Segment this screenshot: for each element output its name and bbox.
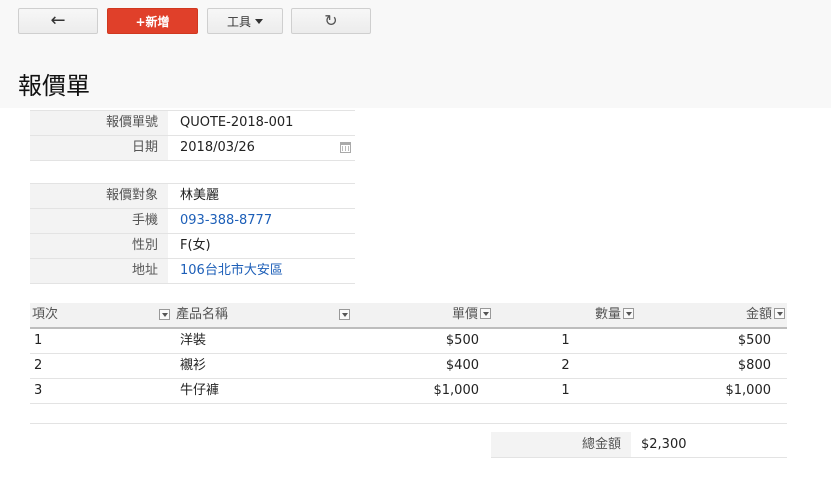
cell-price: $400 [445,358,479,373]
cell-qty: 1 [561,333,570,348]
table-row[interactable]: 3 牛仔褲 $1,000 1 $1,000 [30,379,787,404]
cell-product: 襯衫 [180,358,207,373]
cell-product: 洋裝 [180,333,207,348]
table-row[interactable]: 2 襯衫 $400 2 $800 [30,354,787,379]
address-link[interactable]: 106台北市大安區 [168,259,355,283]
cell-index: 3 [34,383,43,398]
col-header-price[interactable]: 單價 [354,303,493,327]
back-button[interactable]: ← [18,8,98,34]
refresh-button[interactable]: ↻ [291,8,371,34]
sort-dropdown-icon[interactable] [774,308,785,319]
total-row: 總金額 $2,300 [491,432,787,458]
date-row: 日期 2018/03/26 [30,136,355,161]
col-header-amount[interactable]: 金額 [638,303,787,327]
gender-label: 性別 [30,234,168,258]
phone-label: 手機 [30,209,168,233]
quote-number-label: 報價單號 [30,111,168,135]
target-row: 報價對象 林美麗 [30,183,355,209]
cell-amount: $800 [737,358,771,373]
refresh-icon: ↻ [324,11,338,30]
sort-dropdown-icon[interactable] [480,308,491,319]
date-value: 2018/03/26 [180,140,255,155]
sort-dropdown-icon[interactable] [339,309,350,320]
col-header-index[interactable]: 項次 [30,303,174,327]
quote-number-value[interactable]: QUOTE-2018-001 [168,111,355,135]
quote-info-table: 報價單號 QUOTE-2018-001 日期 2018/03/26 [30,110,355,161]
tools-button-label: 工具 [226,14,251,29]
gender-row: 性別 F(女) [30,234,355,259]
page-title: 報價單 [18,72,90,100]
address-row: 地址 106台北市大安區 [30,259,355,284]
address-label: 地址 [30,259,168,283]
cell-qty: 2 [561,358,570,373]
cell-qty: 1 [561,383,570,398]
tools-dropdown-button[interactable]: 工具 [207,8,283,34]
calendar-icon[interactable] [340,142,351,153]
add-button-label: +新增 [135,14,170,29]
cell-index: 1 [34,333,43,348]
cell-index: 2 [34,358,43,373]
sort-dropdown-icon[interactable] [623,308,634,319]
phone-row: 手機 093-388-8777 [30,209,355,234]
total-value: $2,300 [641,437,687,452]
items-grid: 項次 產品名稱 單價 數量 金額 1 洋裝 $500 1 $500 2 襯衫 $… [30,303,787,404]
customer-info-table: 報價對象 林美麗 手機 093-388-8777 性別 F(女) 地址 106台… [30,183,355,284]
caret-down-icon [255,18,263,24]
target-value[interactable]: 林美麗 [168,184,355,208]
add-button[interactable]: +新增 [107,8,198,34]
cell-price: $500 [445,333,479,348]
cell-amount: $1,000 [725,383,772,398]
cell-amount: $500 [737,333,771,348]
col-header-qty[interactable]: 數量 [493,303,638,327]
back-arrow-icon: ← [50,10,66,31]
gender-value[interactable]: F(女) [168,234,355,258]
table-row[interactable]: 1 洋裝 $500 1 $500 [30,329,787,354]
target-label: 報價對象 [30,184,168,208]
summary-divider [30,423,787,424]
date-label: 日期 [30,136,168,160]
quote-number-row: 報價單號 QUOTE-2018-001 [30,110,355,136]
cell-product: 牛仔褲 [180,383,220,398]
cell-price: $1,000 [433,383,480,398]
items-grid-header: 項次 產品名稱 單價 數量 金額 [30,303,787,329]
sort-dropdown-icon[interactable] [159,309,170,320]
total-label: 總金額 [491,432,631,457]
col-header-product[interactable]: 產品名稱 [174,303,354,327]
date-field[interactable]: 2018/03/26 [168,136,355,160]
phone-link[interactable]: 093-388-8777 [168,209,355,233]
